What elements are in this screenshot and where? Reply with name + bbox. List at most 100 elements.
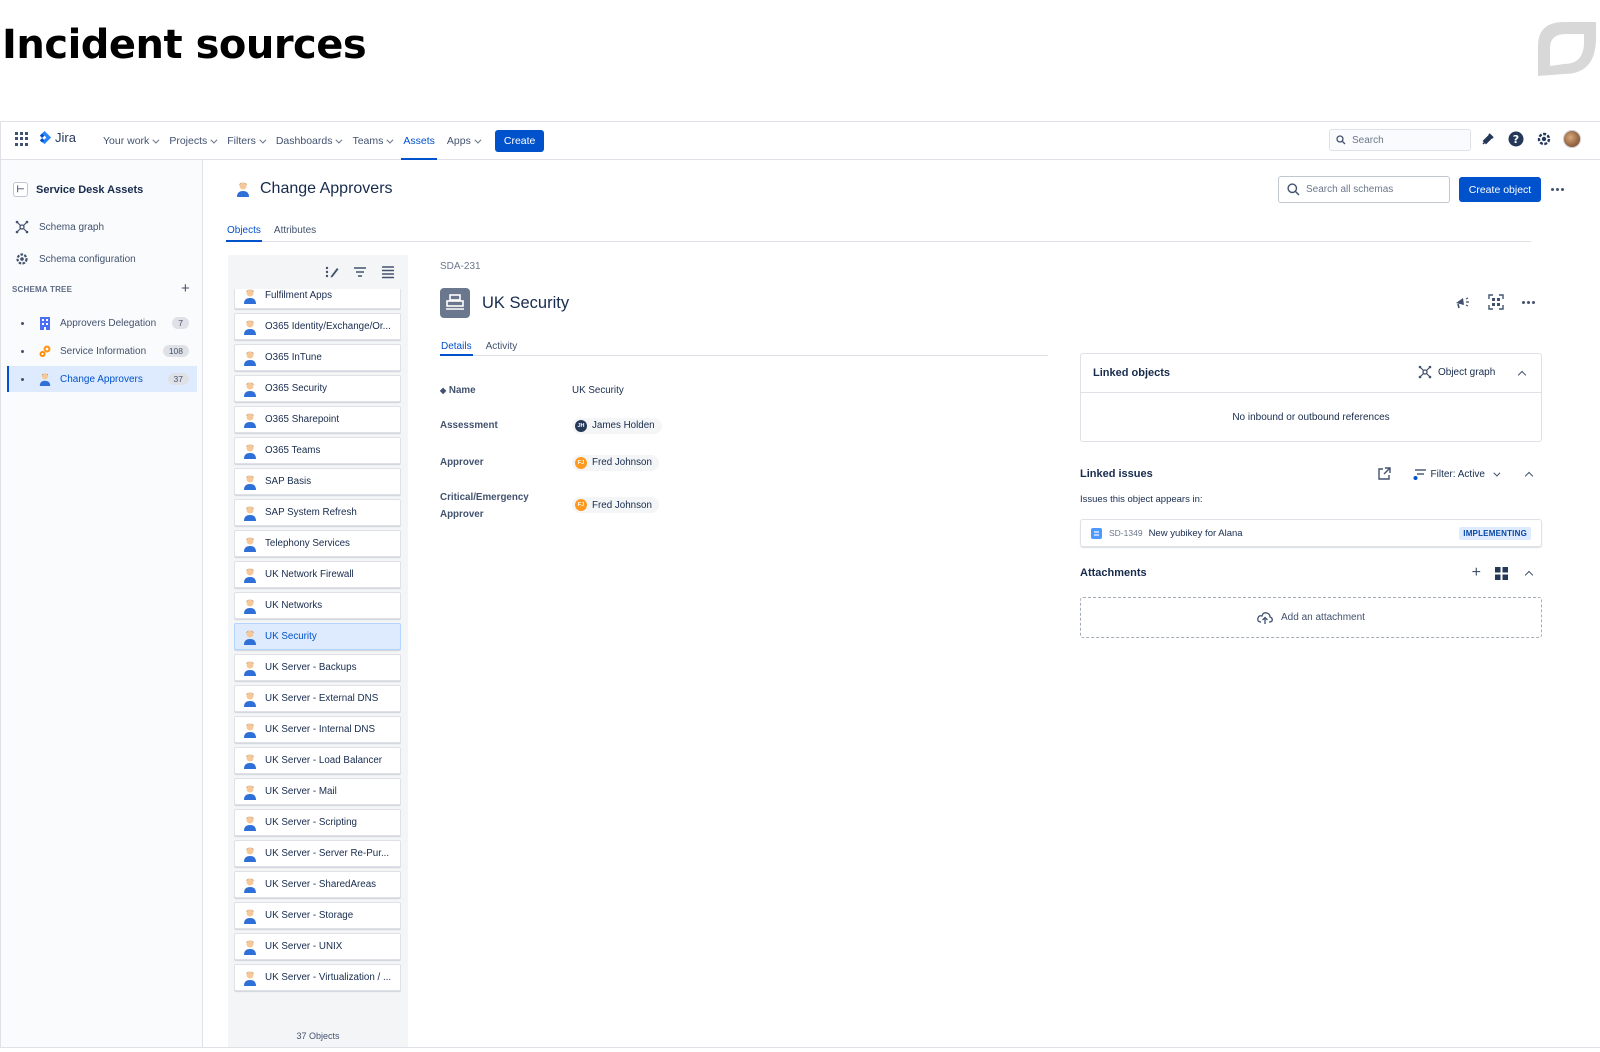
schema-tree-section: SCHEMA TREE + [12, 281, 192, 296]
object-list-item[interactable]: UK Server - Mail [234, 778, 401, 805]
nav-teams[interactable]: Teams [346, 122, 397, 160]
object-list-item[interactable]: UK Server - Backups [234, 654, 401, 681]
qr-code-icon[interactable] [1488, 294, 1504, 310]
app-switcher-icon[interactable] [15, 132, 29, 146]
user-chip[interactable]: FJ Fred Johnson [572, 497, 659, 513]
tree-item-change-approvers[interactable]: Change Approvers 37 [7, 366, 197, 392]
open-external-icon[interactable] [1377, 467, 1391, 481]
object-list-item[interactable]: UK Security [234, 623, 401, 650]
object-list-item[interactable]: UK Server - External DNS [234, 685, 401, 712]
object-list-item[interactable]: O365 InTune [234, 344, 401, 371]
linked-issues-title: Linked issues [1080, 468, 1153, 480]
user-chip[interactable]: JH James Holden [572, 417, 662, 434]
object-list-item[interactable]: O365 Teams [234, 437, 401, 464]
schema-search-input[interactable]: Search all schemas [1278, 176, 1450, 203]
chevron-up-icon[interactable] [1524, 570, 1534, 579]
sidebar-link-schema-graph[interactable]: Schema graph [15, 220, 104, 234]
help-icon[interactable]: ? [1507, 130, 1525, 148]
settings-icon[interactable] [1535, 130, 1553, 148]
person-icon [244, 630, 256, 645]
object-list-item[interactable]: UK Server - Storage [234, 902, 401, 929]
attribute-row-name: ◆ Name UK Security [440, 382, 624, 399]
tree-item-service-information[interactable]: Service Information 108 [7, 338, 197, 364]
attribute-row-critical-approver: Critical/Emergency Approver FJ Fred John… [440, 489, 659, 523]
object-list-item[interactable]: SAP Basis [234, 468, 401, 495]
object-list-item[interactable]: UK Server - Virtualization / ... [234, 964, 401, 991]
object-list-item-label: O365 Sharepoint [265, 414, 340, 425]
object-list-item[interactable]: O365 Security [234, 375, 401, 402]
object-list-item[interactable]: UK Server - Scripting [234, 809, 401, 836]
object-list-item[interactable]: Telephony Services [234, 530, 401, 557]
announce-icon[interactable] [1454, 294, 1470, 310]
nav-dashboards[interactable]: Dashboards [270, 122, 347, 160]
search-icon [1336, 135, 1346, 145]
nav-label: Filters [227, 135, 256, 147]
tab-details[interactable]: Details [440, 336, 473, 356]
object-list-item[interactable]: UK Network Firewall [234, 561, 401, 588]
tab-objects[interactable]: Objects [226, 220, 262, 242]
attribute-value: FJ Fred Johnson [572, 489, 659, 523]
create-button[interactable]: Create [494, 130, 545, 152]
add-attachment-dropzone[interactable]: Add an attachment [1080, 597, 1542, 638]
more-actions-icon[interactable] [1522, 300, 1535, 304]
person-icon [244, 816, 256, 831]
tree-item-approvers-delegation[interactable]: Approvers Delegation 7 [7, 310, 197, 336]
create-object-button[interactable]: Create object [1459, 177, 1541, 202]
object-list-item-label: UK Server - UNIX [265, 941, 343, 952]
object-list-item[interactable]: SAP System Refresh [234, 499, 401, 526]
object-list-item[interactable]: O365 Identity/Exchange/Or... [234, 313, 401, 340]
building-icon [40, 317, 50, 330]
schema-graph-icon [15, 220, 29, 234]
object-list-item[interactable]: UK Server - Internal DNS [234, 716, 401, 743]
person-icon [39, 373, 51, 386]
nav-your-work[interactable]: Your work [97, 122, 163, 160]
person-icon [244, 506, 256, 521]
global-search-input[interactable]: Search [1329, 129, 1471, 151]
user-chip[interactable]: FJ Fred Johnson [572, 454, 659, 471]
object-list-item-label: O365 Security [265, 383, 328, 394]
more-actions-icon[interactable] [1551, 188, 1564, 191]
issue-summary[interactable]: New yubikey for Alana [1149, 528, 1243, 539]
object-list-item-label: UK Server - Storage [265, 910, 354, 921]
linked-objects-empty: No inbound or outbound references [1232, 412, 1390, 423]
chevron-up-icon[interactable] [1524, 471, 1534, 480]
chevron-up-icon[interactable] [1517, 370, 1527, 380]
person-icon [244, 909, 256, 924]
sidebar-header[interactable]: ⊢ Service Desk Assets [13, 182, 143, 197]
tab-activity[interactable]: Activity [485, 336, 519, 355]
linked-issue-row[interactable]: SD-1349 New yubikey for Alana IMPLEMENTI… [1080, 519, 1542, 547]
tab-attributes[interactable]: Attributes [273, 220, 317, 241]
object-list-item[interactable]: UK Server - SharedAreas [234, 871, 401, 898]
filter-icon[interactable] [353, 265, 367, 279]
object-list-item[interactable]: UK Server - UNIX [234, 933, 401, 960]
jira-logo[interactable]: Jira [37, 130, 76, 145]
notifications-icon[interactable] [1479, 130, 1497, 148]
object-list-item[interactable]: UK Server - Server Re-Pur... [234, 840, 401, 867]
grid-view-icon[interactable] [1495, 566, 1508, 580]
object-list-item[interactable]: O365 Sharepoint [234, 406, 401, 433]
add-icon[interactable]: + [1472, 564, 1481, 582]
object-list-item[interactable]: UK Networks [234, 592, 401, 619]
person-icon [244, 382, 256, 397]
object-list-item[interactable]: UK Server - Load Balancer [234, 747, 401, 774]
nav-assets[interactable]: Assets [397, 122, 441, 160]
nav-apps[interactable]: Apps [441, 122, 485, 160]
object-list-item-label: O365 Teams [265, 445, 321, 456]
object-list-item[interactable]: Fulfilment Apps [234, 289, 401, 309]
top-right-icons: ? [1479, 130, 1581, 148]
sidebar-link-schema-configuration[interactable]: Schema configuration [15, 252, 136, 266]
nav-label: Assets [403, 135, 435, 147]
object-graph-button[interactable]: Object graph [1418, 365, 1495, 379]
user-avatar[interactable] [1563, 130, 1581, 148]
user-name: James Holden [592, 420, 655, 431]
issue-key[interactable]: SD-1349 [1109, 528, 1143, 538]
list-view-icon[interactable] [381, 265, 395, 279]
filter-dropdown[interactable]: Filter: Active [1413, 468, 1501, 480]
add-object-type-icon[interactable]: + [181, 281, 190, 296]
person-icon [244, 847, 256, 862]
nav-filters[interactable]: Filters [221, 122, 270, 160]
bulk-edit-icon[interactable] [325, 265, 339, 279]
brand-logo-icon [1538, 22, 1596, 76]
tree-item-label: Change Approvers [60, 373, 143, 385]
nav-projects[interactable]: Projects [163, 122, 221, 160]
